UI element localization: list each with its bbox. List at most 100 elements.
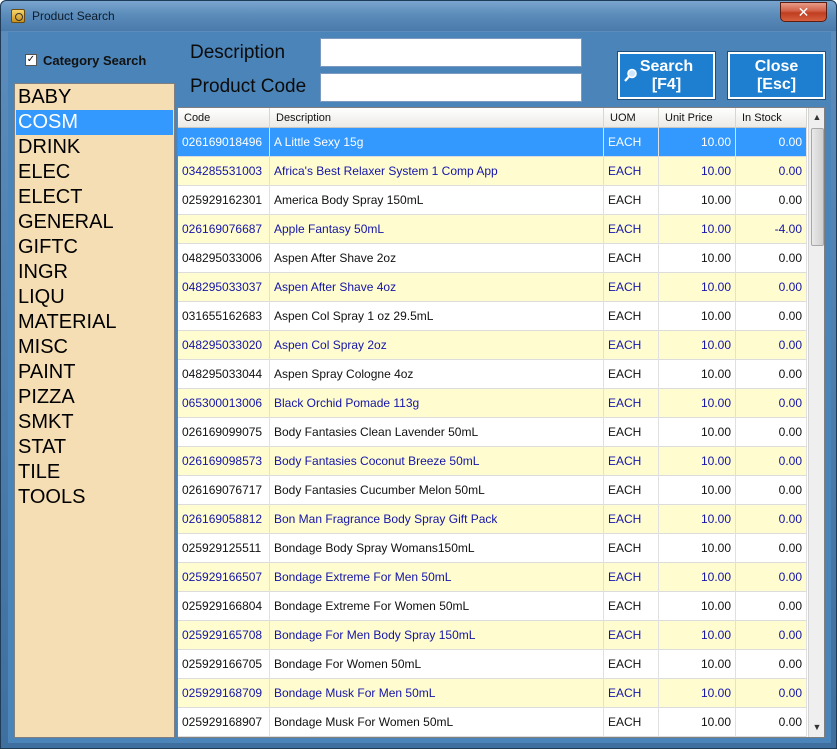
close-button[interactable]: Close [Esc]	[727, 51, 826, 100]
table-cell: 0.00	[736, 708, 807, 737]
category-item[interactable]: DRINK	[16, 135, 173, 160]
category-item[interactable]: ELEC	[16, 160, 173, 185]
column-header[interactable]: Description	[270, 108, 604, 128]
table-row[interactable]: 065300013006 Black Orchid Pomade 113g EACH…	[178, 389, 807, 418]
category-item[interactable]: TILE	[16, 460, 173, 485]
category-item[interactable]: PAINT	[16, 360, 173, 385]
table-row[interactable]: 025929166507 Bondage Extreme For Men 50mL…	[178, 563, 807, 592]
table-row[interactable]: 025929166804 Bondage Extreme For Women 50…	[178, 592, 807, 621]
table-cell: EACH	[604, 418, 659, 447]
category-item[interactable]: GENERAL	[16, 210, 173, 235]
table-cell: 0.00	[736, 244, 807, 273]
table-row[interactable]: 026169018496 A Little Sexy 15g EACH 10.00 0.…	[178, 128, 807, 157]
description-input[interactable]	[320, 38, 582, 67]
scroll-up-icon[interactable]: ▲	[812, 112, 822, 122]
category-item[interactable]: ELECT	[16, 185, 173, 210]
table-cell: Body Fantasies Clean Lavender 50mL	[270, 418, 604, 447]
table-row[interactable]: 026169098573 Body Fantasies Coconut Breez…	[178, 447, 807, 476]
table-cell: 048295033044	[178, 360, 270, 389]
table-cell: Bondage For Women 50mL	[270, 650, 604, 679]
table-row[interactable]: 025929165708 Bondage For Men Body Spray 1…	[178, 621, 807, 650]
category-item[interactable]: GIFTC	[16, 235, 173, 260]
category-item[interactable]: COSM	[16, 110, 173, 135]
close-button-shortcut: [Esc]	[756, 76, 797, 93]
table-cell: EACH	[604, 186, 659, 215]
table-cell: 025929162301	[178, 186, 270, 215]
table-cell: EACH	[604, 157, 659, 186]
table-cell: 031655162683	[178, 302, 270, 331]
category-item[interactable]: BABY	[16, 85, 173, 110]
table-row[interactable]: 048295033044 Aspen Spray Cologne 4oz EACH 1…	[178, 360, 807, 389]
column-header[interactable]: Code	[178, 108, 270, 128]
table-row[interactable]: 034285531003 Africa's Best Relaxer System…	[178, 157, 807, 186]
category-item[interactable]: MISC	[16, 335, 173, 360]
column-header[interactable]: UOM	[604, 108, 659, 128]
table-cell: EACH	[604, 215, 659, 244]
table-cell: 025929166507	[178, 563, 270, 592]
table-row[interactable]: 025929168709 Bondage Musk For Men 50mL EAC…	[178, 679, 807, 708]
table-cell: 025929165708	[178, 621, 270, 650]
table-cell: 0.00	[736, 650, 807, 679]
column-header[interactable]: In Stock	[736, 108, 807, 128]
category-item[interactable]: STAT	[16, 435, 173, 460]
vertical-scrollbar[interactable]: ▲ ▼	[808, 108, 824, 737]
client-area: ✓ Category Search BABY COSM DRINK ELEC ELECT…	[8, 32, 831, 743]
table-cell: Bondage Body Spray Womans150mL	[270, 534, 604, 563]
table-row[interactable]: 025929166705 Bondage For Women 50mL EACH 10…	[178, 650, 807, 679]
table-cell: 026169098573	[178, 447, 270, 476]
category-search-checkbox[interactable]: ✓	[25, 54, 37, 66]
table-row[interactable]: 026169099075 Body Fantasies Clean Lavende…	[178, 418, 807, 447]
table-row[interactable]: 026169076717 Body Fantasies Cucumber Melo…	[178, 476, 807, 505]
table-row[interactable]: 048295033037 Aspen After Shave 4oz EACH 10.…	[178, 273, 807, 302]
table-cell: 034285531003	[178, 157, 270, 186]
table-cell: 0.00	[736, 331, 807, 360]
window-close-button[interactable]: ✕	[780, 2, 827, 22]
table-row[interactable]: 048295033006 Aspen After Shave 2oz EACH 10.…	[178, 244, 807, 273]
table-row[interactable]: 025929168907 Bondage Musk For Women 50mL E…	[178, 708, 807, 737]
scroll-thumb[interactable]	[811, 128, 824, 246]
table-row[interactable]: 025929162301 America Body Spray 150mL EACH…	[178, 186, 807, 215]
table-cell: 10.00	[659, 389, 736, 418]
grid-header: Code Description UOM Unit Price In Stock	[178, 108, 807, 128]
table-cell: America Body Spray 150mL	[270, 186, 604, 215]
table-cell: 10.00	[659, 708, 736, 737]
category-list[interactable]: BABY COSM DRINK ELEC ELECT GENERAL GIFTC INGR LI…	[14, 83, 175, 738]
category-item[interactable]: TOOLS	[16, 485, 173, 510]
column-header[interactable]: Unit Price	[659, 108, 736, 128]
table-cell: 026169058812	[178, 505, 270, 534]
table-cell: Bondage For Men Body Spray 150mL	[270, 621, 604, 650]
category-item[interactable]: PIZZA	[16, 385, 173, 410]
category-item[interactable]: MATERIAL	[16, 310, 173, 335]
table-row[interactable]: 025929125511 Bondage Body Spray Womans150…	[178, 534, 807, 563]
table-cell: 10.00	[659, 157, 736, 186]
table-row[interactable]: 048295033020 Aspen Col Spray 2oz EACH 10.00…	[178, 331, 807, 360]
table-cell: 0.00	[736, 534, 807, 563]
table-cell: EACH	[604, 563, 659, 592]
table-cell: Bondage Extreme For Women 50mL	[270, 592, 604, 621]
table-cell: 0.00	[736, 302, 807, 331]
product-code-label: Product Code	[190, 76, 307, 97]
product-grid[interactable]: Code Description UOM Unit Price In Stock ▲ ▼…	[177, 107, 825, 738]
table-row[interactable]: 026169076687 Apple Fantasy 50mL EACH 10.00-…	[178, 215, 807, 244]
category-search-label: Category Search	[43, 53, 147, 68]
category-item[interactable]: SMKT	[16, 410, 173, 435]
table-cell: 10.00	[659, 128, 736, 157]
category-item[interactable]: INGR	[16, 260, 173, 285]
scroll-down-icon[interactable]: ▼	[812, 722, 822, 732]
table-cell: 10.00	[659, 244, 736, 273]
table-cell: EACH	[604, 621, 659, 650]
table-cell: 0.00	[736, 186, 807, 215]
table-cell: Bon Man Fragrance Body Spray Gift Pack	[270, 505, 604, 534]
product-code-input[interactable]	[320, 73, 582, 102]
table-row[interactable]: 031655162683 Aspen Col Spray 1 oz 29.5mL E…	[178, 302, 807, 331]
category-item[interactable]: LIQU	[16, 285, 173, 310]
search-button[interactable]: Search [F4]	[617, 51, 716, 100]
table-cell: 0.00	[736, 273, 807, 302]
table-row[interactable]: 026169058812 Bon Man Fragrance Body Spray…	[178, 505, 807, 534]
title-bar[interactable]: Product Search ✕	[1, 1, 836, 31]
table-cell: Apple Fantasy 50mL	[270, 215, 604, 244]
table-cell: -4.00	[736, 215, 807, 244]
table-cell: 025929168907	[178, 708, 270, 737]
table-cell: 0.00	[736, 128, 807, 157]
table-cell: Bondage Extreme For Men 50mL	[270, 563, 604, 592]
